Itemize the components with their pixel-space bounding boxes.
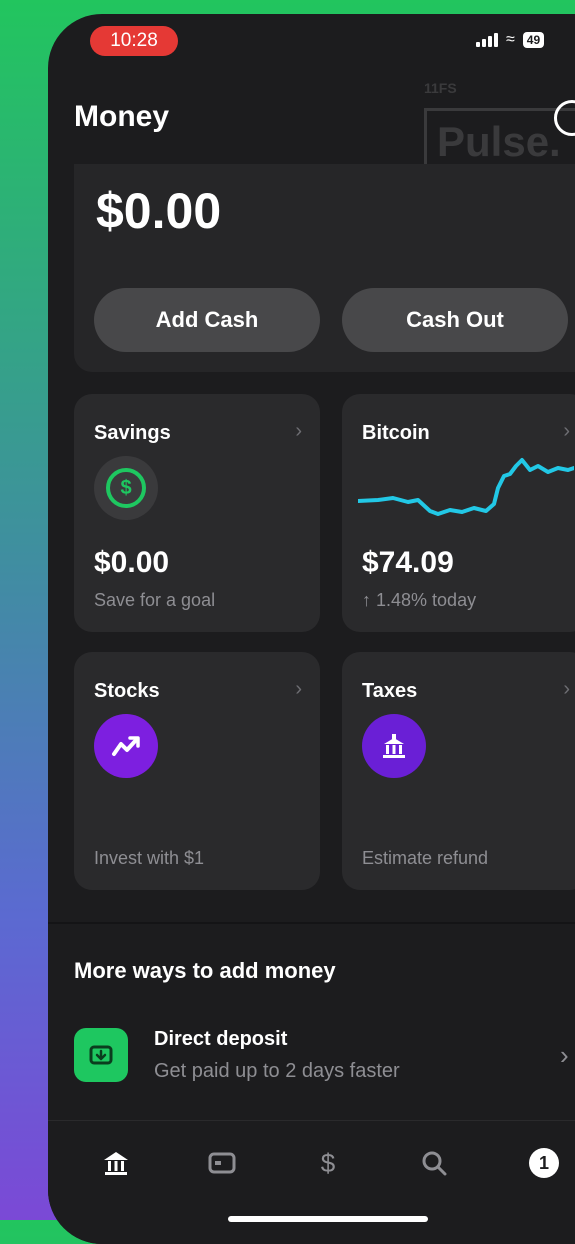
savings-title: Savings	[94, 422, 171, 444]
taxes-title: Taxes	[362, 680, 418, 702]
tab-dollar-icon[interactable]: $	[306, 1141, 350, 1185]
stocks-tile[interactable]: Stocks › Invest with $1	[74, 652, 320, 890]
chevron-right-icon: ›	[295, 420, 302, 442]
add-cash-button[interactable]: Add Cash	[94, 288, 320, 352]
chevron-right-icon: ›	[560, 1040, 569, 1070]
tab-activity-icon[interactable]: 1	[522, 1141, 566, 1185]
phone-screen: 10:28 ≈ 49 Money 11FS Pulse. $0.00 Add C…	[48, 14, 575, 1244]
activity-badge: 1	[529, 1148, 559, 1178]
chevron-right-icon: ›	[563, 678, 570, 700]
section-divider	[48, 922, 575, 924]
direct-deposit-subtitle: Get paid up to 2 days faster	[154, 1060, 400, 1082]
tab-bar: $ 1	[48, 1120, 575, 1244]
savings-subtitle: Save for a goal	[94, 590, 216, 610]
direct-deposit-icon	[74, 1028, 128, 1082]
bitcoin-sparkline	[358, 458, 574, 516]
balance-amount: $0.00	[96, 183, 222, 239]
chevron-right-icon: ›	[295, 678, 302, 700]
chevron-right-icon: ›	[563, 420, 570, 442]
watermark-tag: 11FS	[424, 80, 457, 96]
tab-search-icon[interactable]	[412, 1141, 456, 1185]
bitcoin-change: ↑ 1.48% today	[362, 590, 477, 610]
status-time: 10:28	[90, 26, 178, 56]
taxes-building-icon	[362, 714, 426, 778]
bitcoin-value: $74.09	[362, 546, 454, 579]
stocks-subtitle: Invest with $1	[94, 848, 205, 868]
direct-deposit-title: Direct deposit	[154, 1028, 288, 1050]
more-ways-title: More ways to add money	[74, 958, 336, 983]
balance-card: $0.00 Add Cash Cash Out	[74, 164, 575, 372]
stocks-title: Stocks	[94, 680, 160, 702]
stocks-trend-icon	[94, 714, 158, 778]
home-indicator	[228, 1216, 428, 1222]
savings-icon: $	[94, 456, 158, 520]
savings-tile[interactable]: Savings › $ $0.00 Save for a goal	[74, 394, 320, 632]
wifi-icon: ≈	[506, 31, 515, 48]
bitcoin-title: Bitcoin	[362, 422, 430, 444]
taxes-subtitle: Estimate refund	[362, 848, 489, 868]
signal-icon	[476, 33, 498, 47]
taxes-tile[interactable]: Taxes › Estimate refund	[342, 652, 575, 890]
tab-card-icon[interactable]	[200, 1141, 244, 1185]
battery-icon: 49	[522, 32, 545, 48]
cash-out-button[interactable]: Cash Out	[342, 288, 568, 352]
status-icons: ≈ 49	[476, 31, 545, 48]
page-title: Money	[74, 100, 170, 133]
bitcoin-tile[interactable]: Bitcoin › $74.09 ↑ 1.48% today	[342, 394, 575, 632]
savings-value: $0.00	[94, 546, 170, 579]
tab-money-home-icon[interactable]	[94, 1141, 138, 1185]
